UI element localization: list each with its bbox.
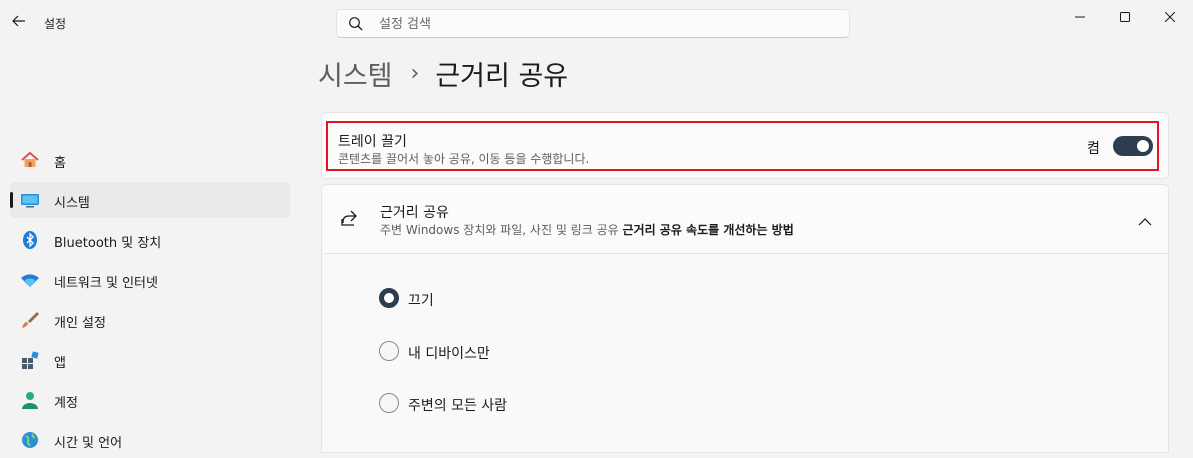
maximize-icon	[1120, 12, 1130, 22]
radio-my-devices[interactable]	[379, 341, 399, 361]
tray-drag-title: 트레이 끌기	[338, 134, 407, 150]
apps-icon	[20, 350, 40, 370]
back-arrow-icon	[12, 15, 25, 27]
system-icon	[20, 190, 40, 210]
minimize-button[interactable]	[1065, 6, 1095, 28]
chevron-up-icon[interactable]	[1138, 212, 1152, 231]
nearby-share-description-row: 주변 Windows 장치와 파일, 사진 및 링크 공유 근거리 공유 속도를…	[380, 221, 794, 238]
back-button[interactable]	[9, 11, 29, 31]
radio-everyone-nearby-label[interactable]: 주변의 모든 사람	[408, 395, 507, 415]
sidebar-item-home[interactable]: 홈	[10, 142, 290, 178]
account-icon	[20, 390, 40, 410]
radio-off-label[interactable]: 끄기	[408, 290, 434, 310]
sidebar-item-personalization[interactable]: 개인 설정	[10, 302, 290, 338]
radio-off[interactable]	[379, 288, 399, 308]
home-icon	[20, 150, 40, 170]
sidebar-item-system[interactable]: 시스템	[10, 182, 290, 218]
title-bar: 설정	[0, 0, 1193, 46]
nearby-share-description: 주변 Windows 장치와 파일, 사진 및 링크 공유	[380, 223, 619, 237]
breadcrumb: 시스템 › 근거리 공유	[318, 54, 568, 93]
minimize-icon	[1075, 16, 1085, 18]
sidebar-item-network[interactable]: 네트워크 및 인터넷	[10, 262, 290, 298]
sidebar-item-label: 네트워크 및 인터넷	[54, 276, 158, 291]
sidebar-item-accounts[interactable]: 계정	[10, 382, 290, 418]
sidebar-item-label: 계정	[54, 396, 78, 411]
close-button[interactable]	[1155, 6, 1185, 28]
sidebar-item-label: Bluetooth 및 장치	[54, 236, 162, 251]
toggle-state-label: 켬	[1087, 141, 1100, 157]
bluetooth-icon	[20, 230, 40, 250]
app-title: 설정	[44, 17, 67, 31]
page-title: 근거리 공유	[435, 61, 569, 92]
sidebar-item-label: 시스템	[54, 196, 90, 211]
maximize-button[interactable]	[1110, 6, 1140, 28]
nearby-share-title: 근거리 공유	[380, 205, 449, 221]
search-icon	[349, 17, 363, 31]
sidebar-item-label: 홈	[54, 156, 66, 171]
brush-icon	[20, 310, 40, 330]
sidebar-item-label: 앱	[54, 356, 66, 371]
sidebar-item-label: 시간 및 언어	[54, 436, 123, 451]
tray-drag-description: 콘텐츠를 끌어서 놓아 공유, 이동 등을 수행합니다.	[338, 152, 590, 166]
nearby-share-help-link[interactable]: 근거리 공유 속도를 개선하는 방법	[622, 223, 793, 237]
share-icon	[340, 209, 358, 231]
sidebar-item-apps[interactable]: 앱	[10, 342, 290, 378]
radio-everyone-nearby[interactable]	[379, 393, 399, 413]
close-icon	[1165, 12, 1175, 22]
selection-indicator	[10, 192, 13, 208]
tray-drag-toggle[interactable]	[1113, 136, 1153, 156]
breadcrumb-separator: ›	[410, 61, 420, 86]
sidebar-item-bluetooth[interactable]: Bluetooth 및 장치	[10, 222, 290, 258]
search-input[interactable]	[377, 14, 821, 35]
globe-icon	[20, 430, 40, 450]
wifi-icon	[20, 270, 40, 290]
breadcrumb-parent[interactable]: 시스템	[318, 54, 393, 93]
sidebar-item-time-language[interactable]: 시간 및 언어	[10, 422, 290, 458]
toggle-knob	[1137, 140, 1149, 152]
sidebar-item-label: 개인 설정	[54, 316, 106, 331]
search-box[interactable]	[336, 9, 850, 38]
radio-my-devices-label[interactable]: 내 디바이스만	[408, 343, 490, 363]
